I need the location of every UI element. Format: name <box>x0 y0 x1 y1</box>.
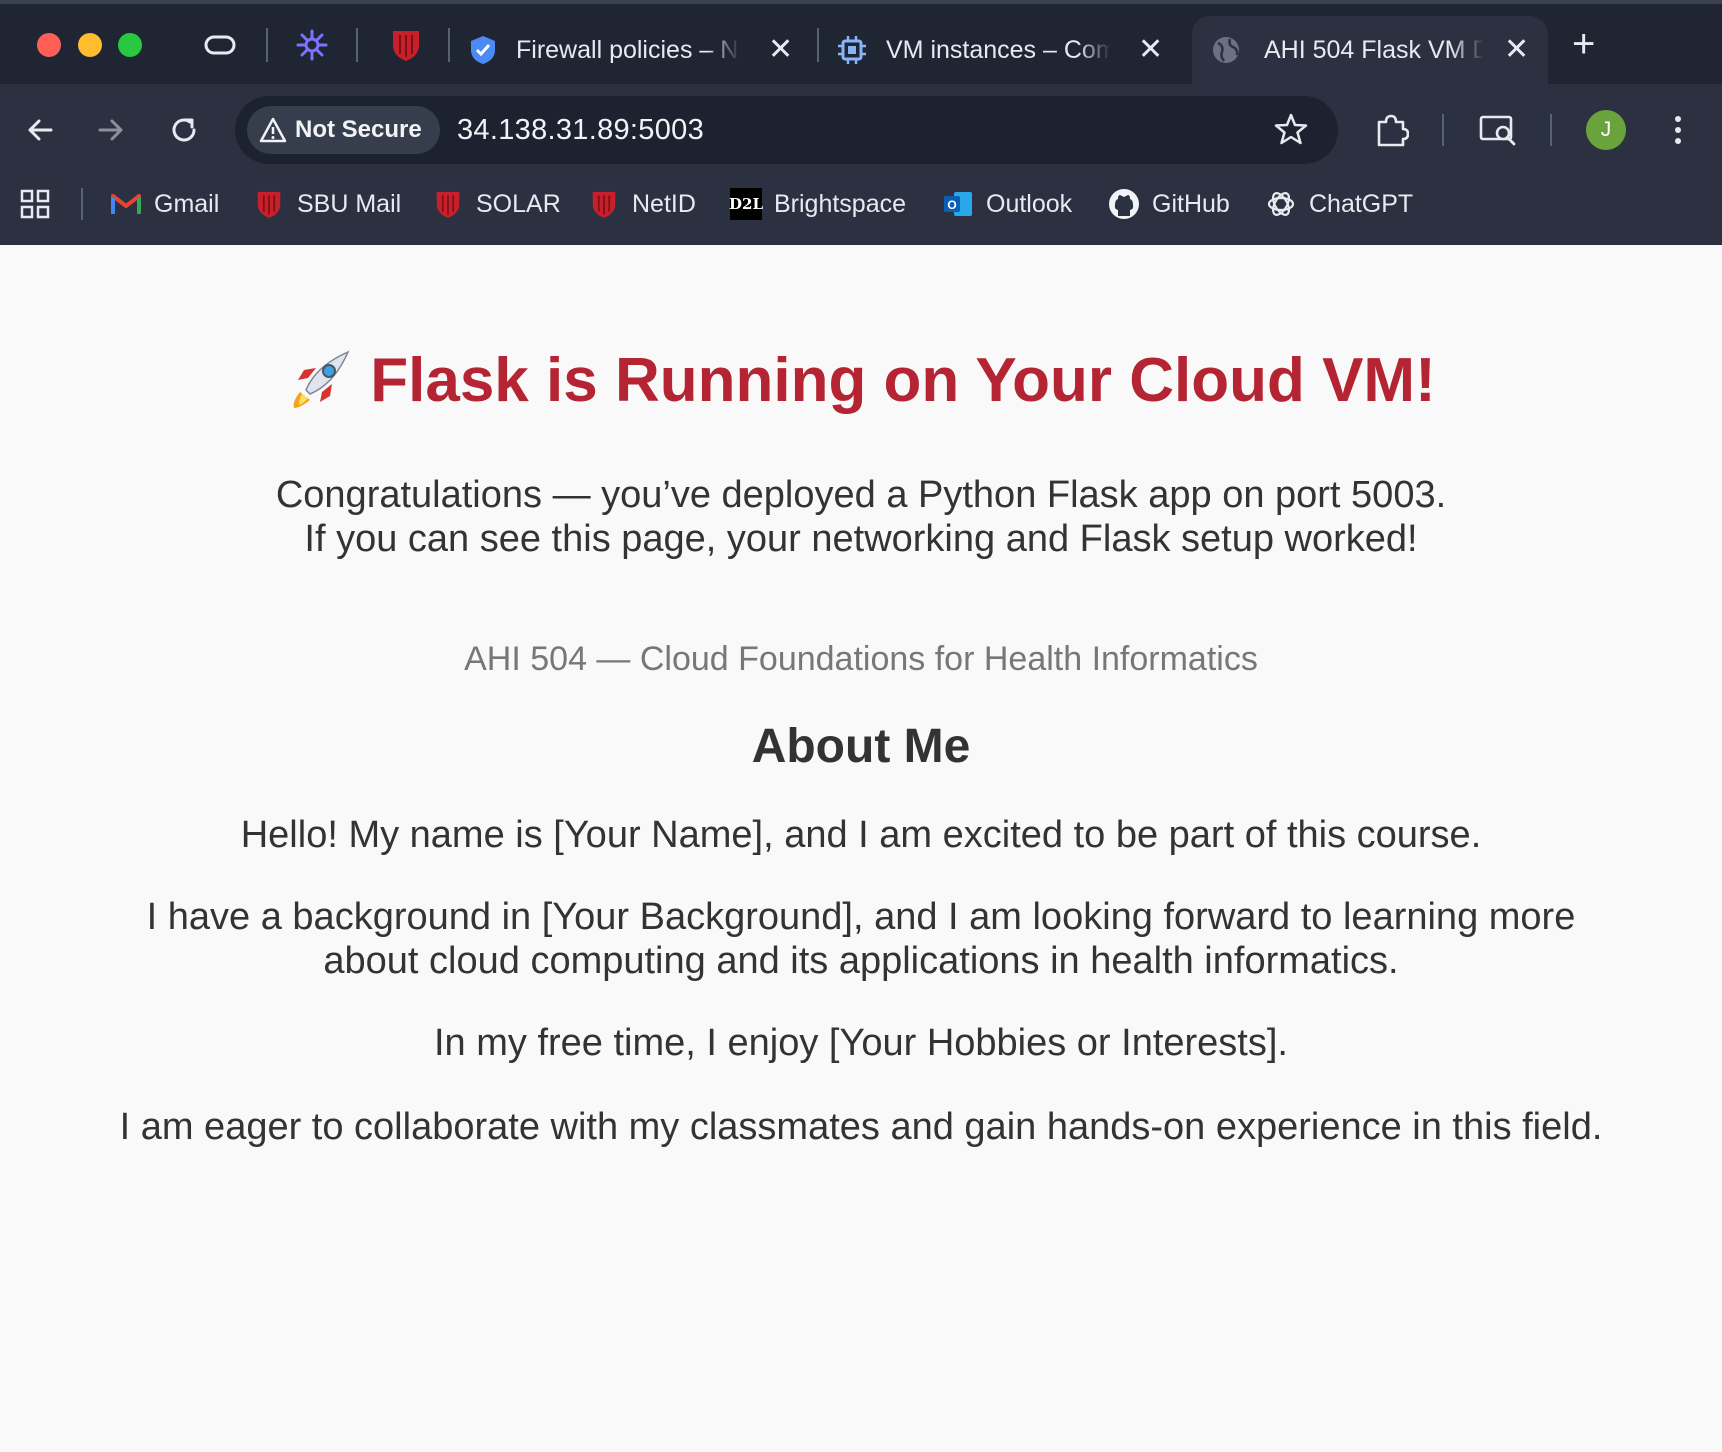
bookmark-label: ChatGPT <box>1309 189 1414 218</box>
tab-ahi-504-flask[interactable]: AHI 504 Flask VM D ✕ <box>1192 16 1548 84</box>
course-subtitle: AHI 504 — Cloud Foundations for Health I… <box>464 640 1258 678</box>
bookmark-netid[interactable]: NetID <box>588 182 696 226</box>
bookmark-label: GitHub <box>1152 189 1230 218</box>
starburst-icon <box>296 29 328 61</box>
security-label: Not Secure <box>295 116 422 143</box>
new-tab-button[interactable]: + <box>1572 24 1595 64</box>
bookmarks-bar: Gmail SBU Mail SOLAR NetID D2L Brightspa… <box>0 182 1722 226</box>
bookmark-solar[interactable]: SOLAR <box>432 182 561 226</box>
sbu-shield-icon <box>253 188 285 220</box>
tab-close-icon[interactable]: ✕ <box>1504 35 1529 65</box>
chatgpt-icon <box>1265 188 1297 220</box>
about-me-heading: About Me <box>751 720 971 773</box>
page-content: Flask is Running on Your Cloud VM! Congr… <box>0 245 1722 1452</box>
lead-line-1: Congratulations — you’ve deployed a Pyth… <box>275 474 1447 516</box>
tab-strip: Firewall policies – N ✕ VM instances – C… <box>0 0 1722 84</box>
warning-icon <box>259 117 287 143</box>
outlook-icon: O <box>942 188 974 220</box>
address-bar[interactable]: Not Secure 34.138.31.89:5003 <box>235 96 1338 164</box>
puzzle-icon <box>1377 114 1409 147</box>
menu-button[interactable] <box>1656 108 1700 152</box>
arrow-right-icon <box>98 119 123 141</box>
bookmark-outlook[interactable]: O Outlook <box>942 182 1072 226</box>
bookmark-label: SOLAR <box>476 189 561 218</box>
extensions-button[interactable] <box>1369 108 1413 152</box>
about-paragraph: Hello! My name is [Your Name], and I am … <box>240 814 1482 856</box>
bookmark-chatgpt[interactable]: ChatGPT <box>1265 182 1413 226</box>
close-window-button[interactable] <box>37 33 61 57</box>
maximize-window-button[interactable] <box>118 33 142 57</box>
svg-text:O: O <box>947 198 956 212</box>
bookmark-gmail[interactable]: Gmail <box>110 182 219 226</box>
apps-button[interactable] <box>20 182 50 226</box>
globe-icon <box>1213 37 1239 63</box>
sbu-shield-icon <box>588 188 620 220</box>
bookmark-brightspace[interactable]: D2L Brightspace <box>729 182 907 226</box>
lead-line-2: If you can see this page, your networkin… <box>304 518 1418 560</box>
pinned-tab-perplexity[interactable] <box>294 28 330 62</box>
bookmark-label: Gmail <box>154 189 220 218</box>
bookmark-sbu-mail[interactable]: SBU Mail <box>253 182 401 226</box>
tab-search-button[interactable] <box>1476 108 1520 152</box>
tab-search-button[interactable] <box>202 28 238 62</box>
bookmark-label: SBU Mail <box>297 189 402 218</box>
chip-icon <box>838 36 866 64</box>
shield-icon <box>471 36 495 64</box>
bookmark-label: NetID <box>632 189 696 218</box>
tab-vm-instances[interactable]: VM instances – Com ✕ <box>836 16 1176 84</box>
tab-close-icon[interactable]: ✕ <box>1138 35 1163 65</box>
screen-search-icon <box>1479 115 1516 146</box>
arrow-left-icon <box>28 119 53 141</box>
page-title: Flask is Running on Your Cloud VM! <box>370 346 1436 415</box>
minimize-window-button[interactable] <box>78 33 102 57</box>
bookmark-github[interactable]: GitHub <box>1108 182 1230 226</box>
github-icon <box>1108 188 1140 220</box>
pinned-tab-sbu[interactable] <box>388 28 424 62</box>
sbu-shield-icon <box>393 31 419 61</box>
bookmark-star-icon[interactable] <box>1274 112 1308 146</box>
about-paragraph: I have a background in [Your Background]… <box>146 896 1576 982</box>
rocket-icon <box>293 350 350 408</box>
site-security-chip[interactable]: Not Secure <box>247 106 440 154</box>
back-button[interactable] <box>18 108 62 152</box>
profile-avatar[interactable]: J <box>1586 110 1626 150</box>
page-heading: Flask is Running on Your Cloud VM! <box>0 345 1722 416</box>
url-text[interactable]: 34.138.31.89:5003 <box>457 114 704 147</box>
apps-grid-icon <box>20 189 50 219</box>
tab-close-icon[interactable]: ✕ <box>768 35 793 65</box>
sbu-shield-icon <box>432 188 464 220</box>
about-paragraph: In my free time, I enjoy [Your Hobbies o… <box>434 1022 1288 1064</box>
gmail-icon <box>110 188 142 220</box>
tab-title: VM instances – Com <box>886 35 1111 64</box>
bookmark-label: Brightspace <box>774 189 907 218</box>
tab-title: Firewall policies – N <box>516 35 739 64</box>
tab-title: AHI 504 Flask VM D <box>1264 35 1484 64</box>
d2l-icon: D2L <box>729 188 763 220</box>
tab-firewall-policies[interactable]: Firewall policies – N ✕ <box>468 16 808 84</box>
bookmark-label: Outlook <box>986 189 1073 218</box>
reload-icon <box>172 118 196 142</box>
about-paragraph: I am eager to collaborate with my classm… <box>119 1106 1603 1148</box>
reload-button[interactable] <box>162 108 206 152</box>
forward-button[interactable] <box>89 108 133 152</box>
browser-chrome: Firewall policies – N ✕ VM instances – C… <box>0 0 1722 245</box>
kebab-menu-icon <box>1675 116 1681 144</box>
